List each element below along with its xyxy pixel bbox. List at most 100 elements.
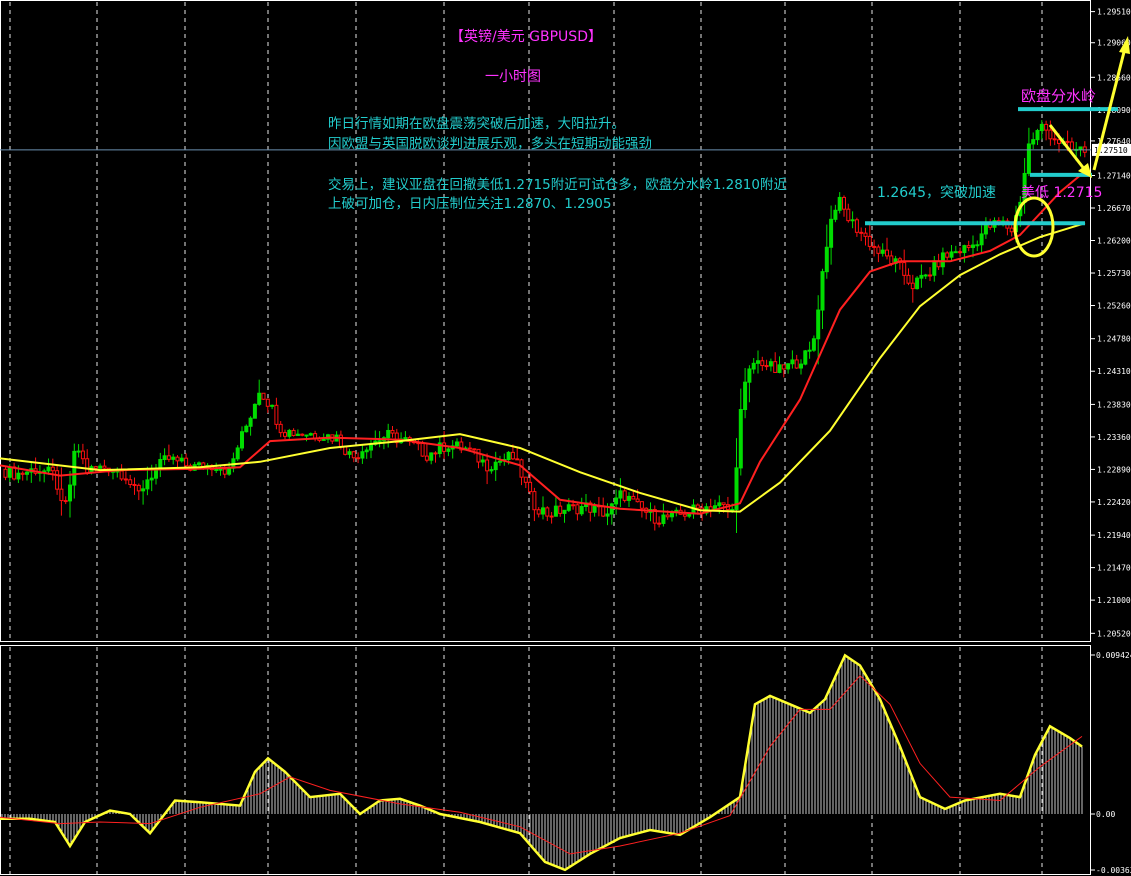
- analysis-line-3: 交易上，建议亚盘在回撤美低1.2715附近可试仓多，欧盘分水岭1.2810附近: [328, 176, 787, 193]
- candle-body: [627, 495, 631, 501]
- candle-body: [46, 466, 51, 472]
- candle-body: [261, 392, 266, 400]
- candle-body: [85, 458, 90, 474]
- candle-body: [360, 451, 365, 459]
- candle-body: [3, 468, 8, 478]
- candle-body: [123, 478, 128, 481]
- candle-body: [136, 484, 141, 492]
- breakout-annotation: 1.2645，突破加速: [877, 185, 996, 201]
- candle-body: [265, 398, 270, 407]
- candle-body: [76, 450, 81, 453]
- candle-body: [197, 462, 201, 466]
- candle-body: [1026, 143, 1031, 174]
- candle-body: [308, 433, 313, 436]
- candle-body: [476, 448, 481, 463]
- candle-body: [528, 481, 533, 493]
- candle-body: [932, 260, 937, 276]
- candle-body: [807, 349, 812, 352]
- candle-body: [80, 450, 85, 460]
- analysis-line-2: 因欧盟与英国脱欧谈判进展乐观，多头在短期动能强劲: [328, 135, 652, 152]
- candle-body: [773, 361, 778, 373]
- price-tick-label: 1.22890: [1097, 465, 1131, 474]
- candle-body: [446, 448, 451, 452]
- candle-body: [179, 457, 184, 462]
- candle-body: [278, 423, 283, 434]
- candle-body: [536, 509, 541, 515]
- candle-body: [420, 442, 425, 457]
- candle-body: [601, 506, 606, 517]
- candle-body: [631, 495, 636, 500]
- candle-body: [571, 504, 576, 507]
- candle-body: [175, 456, 180, 462]
- candle-body: [609, 503, 614, 515]
- candle-body: [93, 466, 98, 469]
- candle-body: [132, 483, 137, 486]
- candle-body: [68, 484, 72, 502]
- price-tick-label: 1.24780: [1097, 335, 1131, 344]
- candle-body: [971, 244, 975, 248]
- candle-body: [424, 455, 429, 461]
- price-tick-label: 1.21470: [1097, 564, 1131, 573]
- price-tick-label: 1.23830: [1097, 400, 1131, 409]
- price-tick-label: 1.26670: [1097, 204, 1131, 213]
- candle-body: [485, 459, 490, 472]
- candle-body: [558, 505, 563, 514]
- candle-body: [953, 251, 958, 254]
- candle-body: [717, 502, 722, 507]
- candle-body: [1048, 129, 1053, 140]
- candle-body: [145, 479, 150, 490]
- price-tick-label: 1.26200: [1097, 237, 1131, 246]
- candle-body: [128, 479, 133, 485]
- candle-body: [756, 360, 760, 364]
- candle-body: [803, 350, 808, 365]
- candle-body: [98, 465, 103, 469]
- candle-body: [257, 392, 262, 405]
- candle-body: [863, 232, 868, 237]
- price-tick-label: 1.24310: [1097, 367, 1131, 376]
- candle-body: [351, 451, 356, 459]
- candle-body: [811, 338, 816, 351]
- candle-body: [162, 455, 167, 461]
- watershed-annotation: 欧盘分水岭: [1021, 87, 1096, 105]
- chart-stage: 1.295101.290601.285601.280901.276401.271…: [0, 0, 1131, 876]
- candle-body: [816, 309, 821, 340]
- price-tick-label: 1.25730: [1097, 269, 1131, 278]
- breakout-ellipse: [1013, 196, 1055, 258]
- candle-body: [915, 277, 920, 290]
- candle-body: [1009, 227, 1014, 233]
- moving-average-line-2: [0, 222, 1086, 513]
- candle-body: [867, 235, 872, 247]
- candle-body: [889, 255, 894, 265]
- candle-body: [472, 448, 477, 451]
- candle-body: [338, 434, 343, 448]
- candle-body: [1044, 123, 1049, 131]
- candle-body: [287, 429, 292, 437]
- candle-body: [506, 451, 511, 461]
- candle-body: [50, 466, 55, 472]
- candle-body: [467, 447, 472, 450]
- price-tick-label: 1.28560: [1097, 73, 1131, 82]
- candle-body: [63, 500, 68, 503]
- chart-subtitle: 一小时图: [485, 69, 541, 85]
- candle-body: [949, 251, 954, 258]
- candle-body: [966, 245, 971, 248]
- candle-body: [614, 497, 619, 505]
- candle-body: [794, 359, 799, 369]
- candle-body: [962, 245, 967, 254]
- candle-body: [364, 449, 369, 453]
- candle-body: [622, 490, 627, 501]
- candle-body: [876, 246, 881, 254]
- candle-body: [842, 196, 846, 210]
- candle-body: [657, 522, 662, 525]
- candle-body: [102, 465, 107, 469]
- candle-body: [235, 447, 240, 460]
- candle-body: [248, 417, 253, 427]
- osc-tick-label: -0.00363: [1096, 866, 1131, 875]
- candle-body: [222, 468, 227, 475]
- candle-body: [910, 282, 915, 290]
- candle-body: [575, 504, 580, 515]
- candle-body: [541, 507, 545, 515]
- candle-body: [1035, 130, 1040, 141]
- price-tick-label: 1.20520: [1097, 629, 1131, 638]
- candle-body: [227, 467, 232, 475]
